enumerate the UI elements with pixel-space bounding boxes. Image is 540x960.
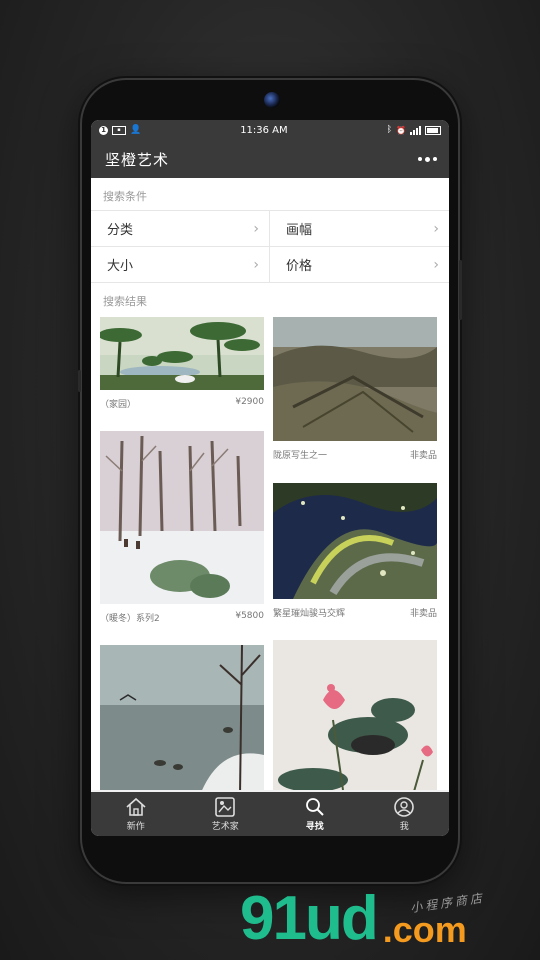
artwork-price: ¥5800 <box>235 611 264 621</box>
tab-new-works[interactable]: 新作 <box>91 792 181 836</box>
phone-side-button <box>78 370 81 392</box>
artwork-image <box>100 431 264 604</box>
phone-frame: 1 ▪ 👤 11:36 AM ᛒ ⏰ 坚橙艺术 搜索条件 分类 › 画幅 › 大… <box>78 80 462 882</box>
filter-label: 大小 <box>107 259 134 274</box>
tab-label: 我 <box>399 821 409 832</box>
artwork-card[interactable]: （暖冬）系列2 ¥5800 <box>100 431 264 624</box>
artwork-price: 非卖品 <box>409 451 437 461</box>
artwork-title: 繁星璀灿骏马交辉 <box>273 609 346 619</box>
artwork-title: 陇原写生之一 <box>273 451 328 461</box>
filter-grid: 分类 › 画幅 › 大小 › 价格 › <box>91 210 449 283</box>
tab-label: 新作 <box>126 821 145 832</box>
artwork-price: ¥2900 <box>235 397 264 407</box>
artwork-card[interactable]: 繁星璀灿骏马交辉 非卖品 <box>273 483 437 619</box>
tab-search[interactable]: 寻找 <box>270 792 360 836</box>
search-icon <box>305 797 324 816</box>
artwork-card[interactable]: 陇原写生之一 非卖品 <box>273 317 437 461</box>
status-bar: 1 ▪ 👤 11:36 AM ᛒ ⏰ <box>91 120 449 140</box>
chevron-right-icon: › <box>253 256 259 273</box>
tab-profile[interactable]: 我 <box>360 792 450 836</box>
search-results-label: 搜索结果 <box>103 295 147 308</box>
front-camera <box>264 92 280 108</box>
artwork-card[interactable]: （家园） ¥2900 <box>100 317 264 410</box>
tab-bar: 新作 艺术家 寻找 我 <box>91 792 449 836</box>
alarm-icon: ⏰ <box>396 125 406 135</box>
title-bar: 坚橙艺术 <box>91 140 449 178</box>
artwork-title: （家园） <box>100 400 137 410</box>
filter-size[interactable]: 大小 › <box>91 247 270 283</box>
artwork-title: （暖冬）系列2 <box>100 614 160 624</box>
more-options-icon[interactable] <box>418 156 437 162</box>
search-conditions-label: 搜索条件 <box>103 190 147 203</box>
chevron-right-icon: › <box>433 220 439 237</box>
watermark-brand: 91ud <box>240 884 379 953</box>
tab-label: 艺术家 <box>211 821 239 832</box>
artwork-image <box>273 640 437 790</box>
phone-volume-button <box>459 260 462 320</box>
artwork-price: 非卖品 <box>409 609 437 619</box>
artwork-card[interactable] <box>100 645 264 790</box>
chevron-right-icon: › <box>253 220 259 237</box>
chevron-right-icon: › <box>433 256 439 273</box>
artist-icon <box>215 796 236 817</box>
status-time: 11:36 AM <box>240 124 288 136</box>
filter-category[interactable]: 分类 › <box>91 211 270 247</box>
filter-label: 价格 <box>286 259 313 274</box>
notification-icon: 1 <box>99 125 108 135</box>
profile-icon <box>394 796 415 817</box>
signal-icon <box>410 125 421 135</box>
artwork-image <box>100 317 264 390</box>
filter-canvas-size[interactable]: 画幅 › <box>270 211 449 247</box>
home-icon <box>126 797 146 816</box>
tab-label: 寻找 <box>305 821 324 832</box>
vpn-icon: ▪ <box>112 125 126 135</box>
main-content: 搜索条件 分类 › 画幅 › 大小 › 价格 › 搜索结果 （家园） ¥2900… <box>91 178 449 790</box>
filter-label: 画幅 <box>286 223 313 238</box>
artwork-image <box>100 645 264 790</box>
filter-label: 分类 <box>107 223 134 238</box>
results-grid: （家园） ¥2900 陇原写生之一 非卖品 （暖冬）系列2 ¥5800 繁星璀灿… <box>91 317 449 790</box>
page-title: 坚橙艺术 <box>105 150 170 169</box>
artwork-card[interactable] <box>273 640 437 790</box>
bluetooth-icon: ᛒ <box>386 125 393 135</box>
filter-price[interactable]: 价格 › <box>270 247 449 283</box>
artwork-image <box>273 483 437 599</box>
account-icon: 👤 <box>130 125 142 135</box>
artwork-image <box>273 317 437 441</box>
app-screen: 1 ▪ 👤 11:36 AM ᛒ ⏰ 坚橙艺术 搜索条件 分类 › 画幅 › 大… <box>91 120 449 836</box>
watermark-suffix: .com <box>382 909 467 950</box>
tab-artists[interactable]: 艺术家 <box>181 792 271 836</box>
battery-icon <box>425 125 441 135</box>
